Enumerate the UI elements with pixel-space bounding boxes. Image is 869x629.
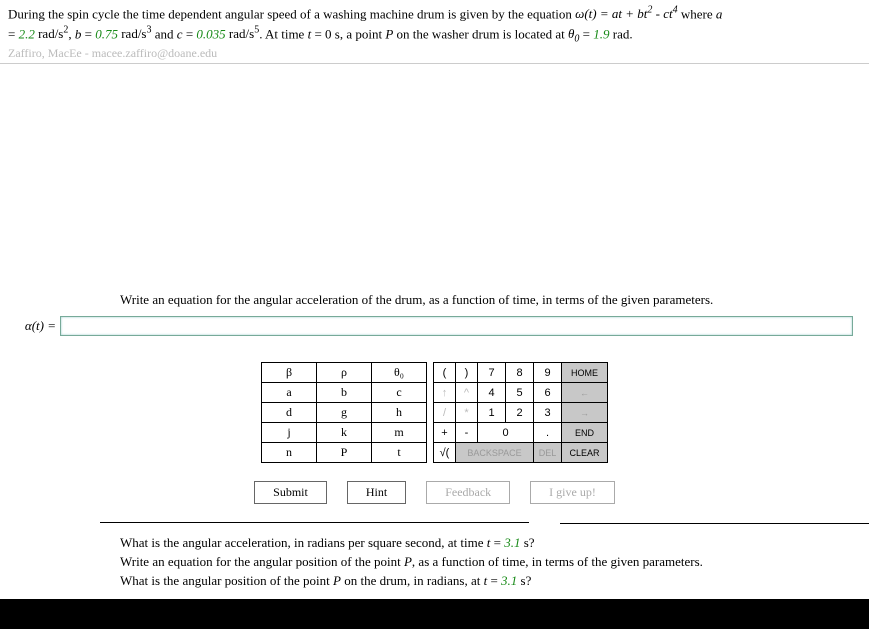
- key-star[interactable]: *: [456, 403, 478, 423]
- palette-big-p[interactable]: P: [317, 443, 372, 463]
- palette-n[interactable]: n: [262, 443, 317, 463]
- key-5[interactable]: 5: [506, 383, 534, 403]
- palette-b[interactable]: b: [317, 383, 372, 403]
- key-end[interactable]: END: [562, 423, 608, 443]
- eq-sign-1: =: [8, 26, 19, 41]
- key-clear[interactable]: CLEAR: [562, 443, 608, 463]
- key-home[interactable]: HOME: [562, 363, 608, 383]
- key-left[interactable]: ←: [562, 383, 608, 403]
- palette-rho[interactable]: ρ: [317, 363, 372, 383]
- key-slash[interactable]: /: [434, 403, 456, 423]
- hint-button[interactable]: Hint: [347, 481, 406, 504]
- divider-top: [0, 63, 869, 64]
- c-value: 0.035: [196, 26, 225, 41]
- key-rparen[interactable]: ): [456, 363, 478, 383]
- p-text: on the washer drum is located at: [393, 26, 568, 41]
- question-4: What is the angular position of the poin…: [120, 572, 861, 591]
- question-1: Write an equation for the angular accele…: [0, 288, 869, 312]
- var-a: a: [716, 6, 723, 21]
- palette-beta[interactable]: β: [262, 363, 317, 383]
- palette-a[interactable]: a: [262, 383, 317, 403]
- palette-h[interactable]: h: [372, 403, 427, 423]
- key-plus[interactable]: +: [434, 423, 456, 443]
- problem-intro: During the spin cycle the time dependent…: [8, 6, 575, 21]
- theta-value: 1.9: [593, 26, 609, 41]
- answer-row: α(t) =: [0, 312, 869, 344]
- key-4[interactable]: 4: [478, 383, 506, 403]
- palette-theta0[interactable]: θ₀: [372, 363, 427, 383]
- key-lparen[interactable]: (: [434, 363, 456, 383]
- palette-g[interactable]: g: [317, 403, 372, 423]
- answer-input[interactable]: [60, 316, 853, 336]
- palette-d[interactable]: d: [262, 403, 317, 423]
- key-caret[interactable]: ^: [456, 383, 478, 403]
- key-up[interactable]: ↑: [434, 383, 456, 403]
- answer-label: α(t) =: [18, 318, 56, 334]
- palette-k[interactable]: k: [317, 423, 372, 443]
- b-value: 0.75: [95, 26, 118, 41]
- key-7[interactable]: 7: [478, 363, 506, 383]
- question-2: What is the angular acceleration, in rad…: [120, 534, 861, 553]
- watermark-text: Zaffiro, MacEe - macee.zaffiro@doane.edu: [0, 46, 869, 63]
- empty-work-area: [0, 68, 869, 288]
- key-sqrt[interactable]: √(: [434, 443, 456, 463]
- key-8[interactable]: 8: [506, 363, 534, 383]
- omega-eq-part1: ω(t) = at + bt2 - ct4: [575, 6, 677, 21]
- problem-statement: During the spin cycle the time dependent…: [0, 0, 869, 46]
- palette-t[interactable]: t: [372, 443, 427, 463]
- theta0: θ0: [568, 26, 579, 41]
- key-minus[interactable]: -: [456, 423, 478, 443]
- question-3: Write an equation for the angular positi…: [120, 553, 861, 572]
- var-t: t: [308, 26, 312, 41]
- feedback-button: Feedback: [426, 481, 510, 504]
- giveup-button: I give up!: [530, 481, 615, 504]
- key-dot[interactable]: .: [534, 423, 562, 443]
- palette-c[interactable]: c: [372, 383, 427, 403]
- key-right[interactable]: →: [562, 403, 608, 423]
- key-2[interactable]: 2: [506, 403, 534, 423]
- c-unit: rad/s5: [226, 26, 260, 41]
- key-del[interactable]: DEL: [534, 443, 562, 463]
- where-text: where: [678, 6, 716, 21]
- key-1[interactable]: 1: [478, 403, 506, 423]
- divider-mid-left: [100, 522, 529, 523]
- input-palette-wrap: β ρ θ₀ a b c d g h j k m n P t ( ) 7: [0, 344, 869, 473]
- key-9[interactable]: 9: [534, 363, 562, 383]
- variable-palette: β ρ θ₀ a b c d g h j k m n P t: [261, 362, 427, 463]
- a-value: 2.2: [19, 26, 35, 41]
- palette-j[interactable]: j: [262, 423, 317, 443]
- a-unit: rad/s2: [35, 26, 69, 41]
- t-val-text: = 0 s, a point: [314, 26, 385, 41]
- submit-button[interactable]: Submit: [254, 481, 327, 504]
- theta-unit: rad.: [610, 26, 633, 41]
- palette-m[interactable]: m: [372, 423, 427, 443]
- key-0[interactable]: 0: [478, 423, 534, 443]
- number-pad: ( ) 7 8 9 HOME ↑ ^ 4 5 6 ← / * 1 2 3 → +…: [433, 362, 608, 463]
- time-text: . At time: [259, 26, 307, 41]
- sub-questions: What is the angular acceleration, in rad…: [0, 524, 869, 599]
- key-3[interactable]: 3: [534, 403, 562, 423]
- key-6[interactable]: 6: [534, 383, 562, 403]
- key-backspace[interactable]: BACKSPACE: [456, 443, 534, 463]
- action-button-row: Submit Hint Feedback I give up!: [0, 473, 869, 522]
- bottom-black-bar: [0, 599, 869, 629]
- b-unit: rad/s3: [118, 26, 152, 41]
